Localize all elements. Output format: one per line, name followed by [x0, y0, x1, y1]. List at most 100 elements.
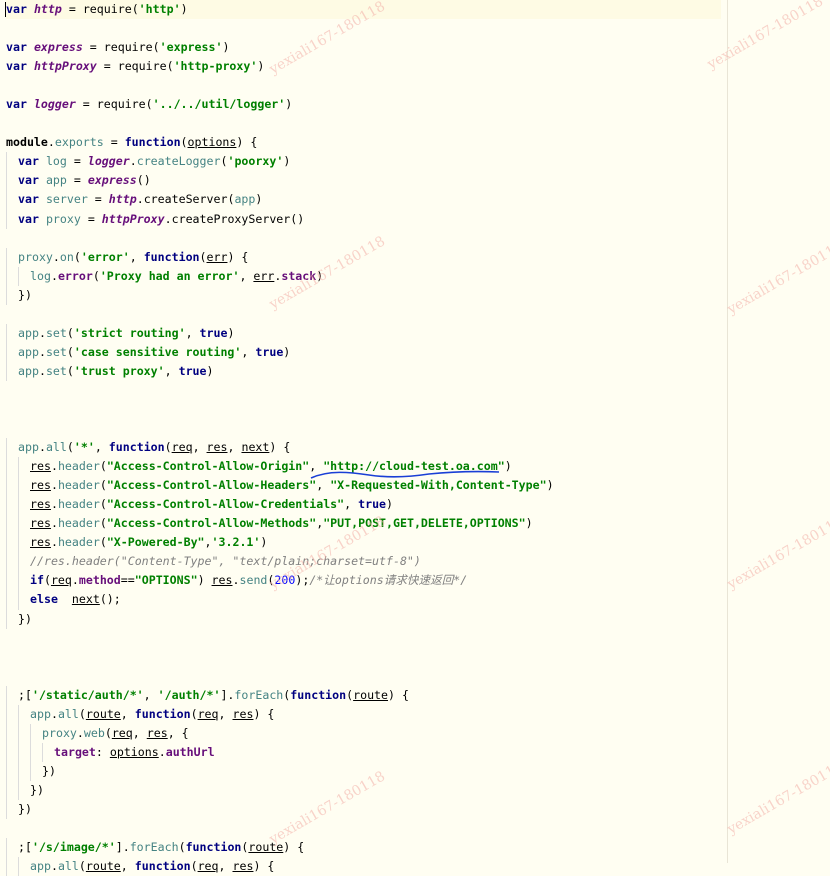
code-token: method	[78, 573, 121, 588]
code-line[interactable]: var proxy = httpProxy.createProxyServer(…	[6, 209, 721, 229]
code-line[interactable]: var express = require('express')	[6, 38, 721, 57]
code-line[interactable]: app.set('case sensitive routing', true)	[6, 342, 721, 362]
code-line[interactable]: app.all(route, function(req, res) {	[6, 704, 721, 724]
code-line[interactable]: var logger = require('../../util/logger'…	[6, 95, 721, 114]
code-token: );	[295, 573, 310, 588]
code-line[interactable]: var log = logger.createLogger('poorxy')	[6, 152, 721, 172]
code-line[interactable]	[6, 629, 721, 648]
code-line[interactable]: module.exports = function(options) {	[6, 133, 721, 152]
code-token: .	[38, 440, 46, 455]
code-token: 'http-proxy'	[173, 59, 258, 74]
code-token: if	[30, 573, 44, 588]
code-editor[interactable]: var http = require('http') var express = …	[0, 0, 830, 876]
code-line[interactable]: res.header("Access-Control-Allow-Credent…	[6, 495, 721, 515]
code-line[interactable]: proxy.on('error', function(err) {	[6, 247, 721, 267]
code-token: =	[80, 211, 102, 226]
code-area[interactable]: var http = require('http') var express = …	[5, 0, 721, 876]
indent-guide	[18, 533, 30, 553]
code-line[interactable]: var httpProxy = require('http-proxy')	[6, 57, 721, 76]
code-token: next	[241, 440, 270, 455]
code-line[interactable]: res.header("Access-Control-Allow-Headers…	[6, 476, 721, 496]
code-line[interactable]: })	[6, 285, 721, 305]
code-token: target	[54, 744, 96, 759]
code-token: )	[257, 59, 265, 74]
indent-guide	[6, 742, 18, 762]
code-token: .	[50, 478, 58, 493]
code-token: ,	[164, 363, 179, 378]
code-line[interactable]	[6, 114, 721, 133]
code-token: var	[6, 40, 27, 55]
code-line[interactable]: })	[6, 780, 721, 800]
code-token: all	[57, 859, 79, 874]
code-line[interactable]: app.set('strict routing', true)	[6, 323, 721, 343]
code-line[interactable]: })	[6, 799, 721, 820]
code-line[interactable]: target: options.authUrl	[6, 742, 721, 762]
code-token: createProxyServer	[171, 211, 291, 226]
code-token: app	[30, 859, 51, 874]
code-token: .	[129, 154, 137, 169]
code-line[interactable]	[6, 229, 721, 248]
code-line[interactable]: res.header("X-Powered-By",'3.2.1')	[6, 533, 721, 553]
indent-guide	[18, 761, 30, 781]
code-line[interactable]	[6, 419, 721, 438]
code-line[interactable]: ;['/s/image/*'].forEach(function(route) …	[6, 838, 721, 858]
code-line[interactable]: var http = require('http')	[5, 0, 721, 20]
code-line[interactable]: else next();	[6, 590, 721, 610]
code-line[interactable]	[6, 819, 721, 838]
code-line[interactable]: var app = express()	[6, 171, 721, 191]
code-line[interactable]: app.set('trust proxy', true)	[6, 361, 721, 381]
code-token: (	[166, 59, 174, 74]
code-line[interactable]	[6, 19, 721, 38]
code-line[interactable]: proxy.web(req, res, {	[6, 723, 721, 743]
code-token: header	[57, 516, 100, 531]
code-line[interactable]: if(req.method=="OPTIONS") res.send(200);…	[6, 571, 721, 591]
code-token: )	[316, 268, 324, 283]
text-caret	[5, 2, 6, 17]
indent-guide	[6, 799, 18, 820]
code-line[interactable]: res.header("Access-Control-Allow-Origin"…	[6, 457, 721, 477]
code-line[interactable]: ;['/static/auth/*', '/auth/*'].forEach(f…	[6, 685, 721, 705]
code-token: res	[30, 478, 51, 493]
code-token: 'http'	[138, 2, 181, 16]
code-token: all	[45, 440, 67, 455]
code-line[interactable]: res.header("Access-Control-Allow-Methods…	[6, 514, 721, 534]
code-token: express	[87, 173, 137, 188]
code-line[interactable]	[6, 76, 721, 95]
code-line[interactable]: app.all('*', function(req, res, next) {	[6, 438, 721, 458]
indent-guide	[18, 514, 30, 534]
code-token: true	[358, 497, 387, 512]
code-token: =	[75, 97, 97, 112]
code-token: ,	[143, 687, 158, 702]
code-token: res	[232, 859, 254, 874]
code-token: ,	[344, 497, 359, 512]
code-line[interactable]: //res.header("Content-Type", "text/plain…	[6, 552, 721, 572]
code-line[interactable]	[6, 305, 721, 324]
code-line[interactable]	[6, 381, 721, 400]
indent-guide	[6, 266, 18, 286]
code-line[interactable]	[6, 648, 721, 667]
code-token: req	[171, 440, 193, 455]
code-line[interactable]: })	[6, 609, 721, 629]
code-token: (	[99, 478, 107, 493]
indent-guide	[6, 704, 18, 724]
code-token: set	[45, 344, 67, 359]
code-line[interactable]	[6, 400, 721, 419]
code-token: ) {	[269, 440, 291, 455]
indent-guide	[6, 609, 18, 629]
code-token: exports	[54, 135, 104, 150]
code-line[interactable]	[6, 667, 721, 686]
code-token: var	[6, 97, 27, 112]
code-token: var	[6, 59, 27, 74]
code-line[interactable]: log.error('Proxy had an error', err.stac…	[6, 266, 721, 286]
indent-guide	[30, 723, 42, 743]
code-line[interactable]: })	[6, 761, 721, 781]
code-line[interactable]: var server = http.createServer(app)	[6, 190, 721, 210]
code-token: web	[83, 725, 105, 740]
code-token: function	[290, 687, 347, 702]
code-token: })	[18, 287, 32, 302]
code-token: )	[260, 535, 268, 550]
code-token: log	[45, 154, 67, 169]
code-line[interactable]: app.all(route, function(req, res) {	[6, 857, 721, 876]
